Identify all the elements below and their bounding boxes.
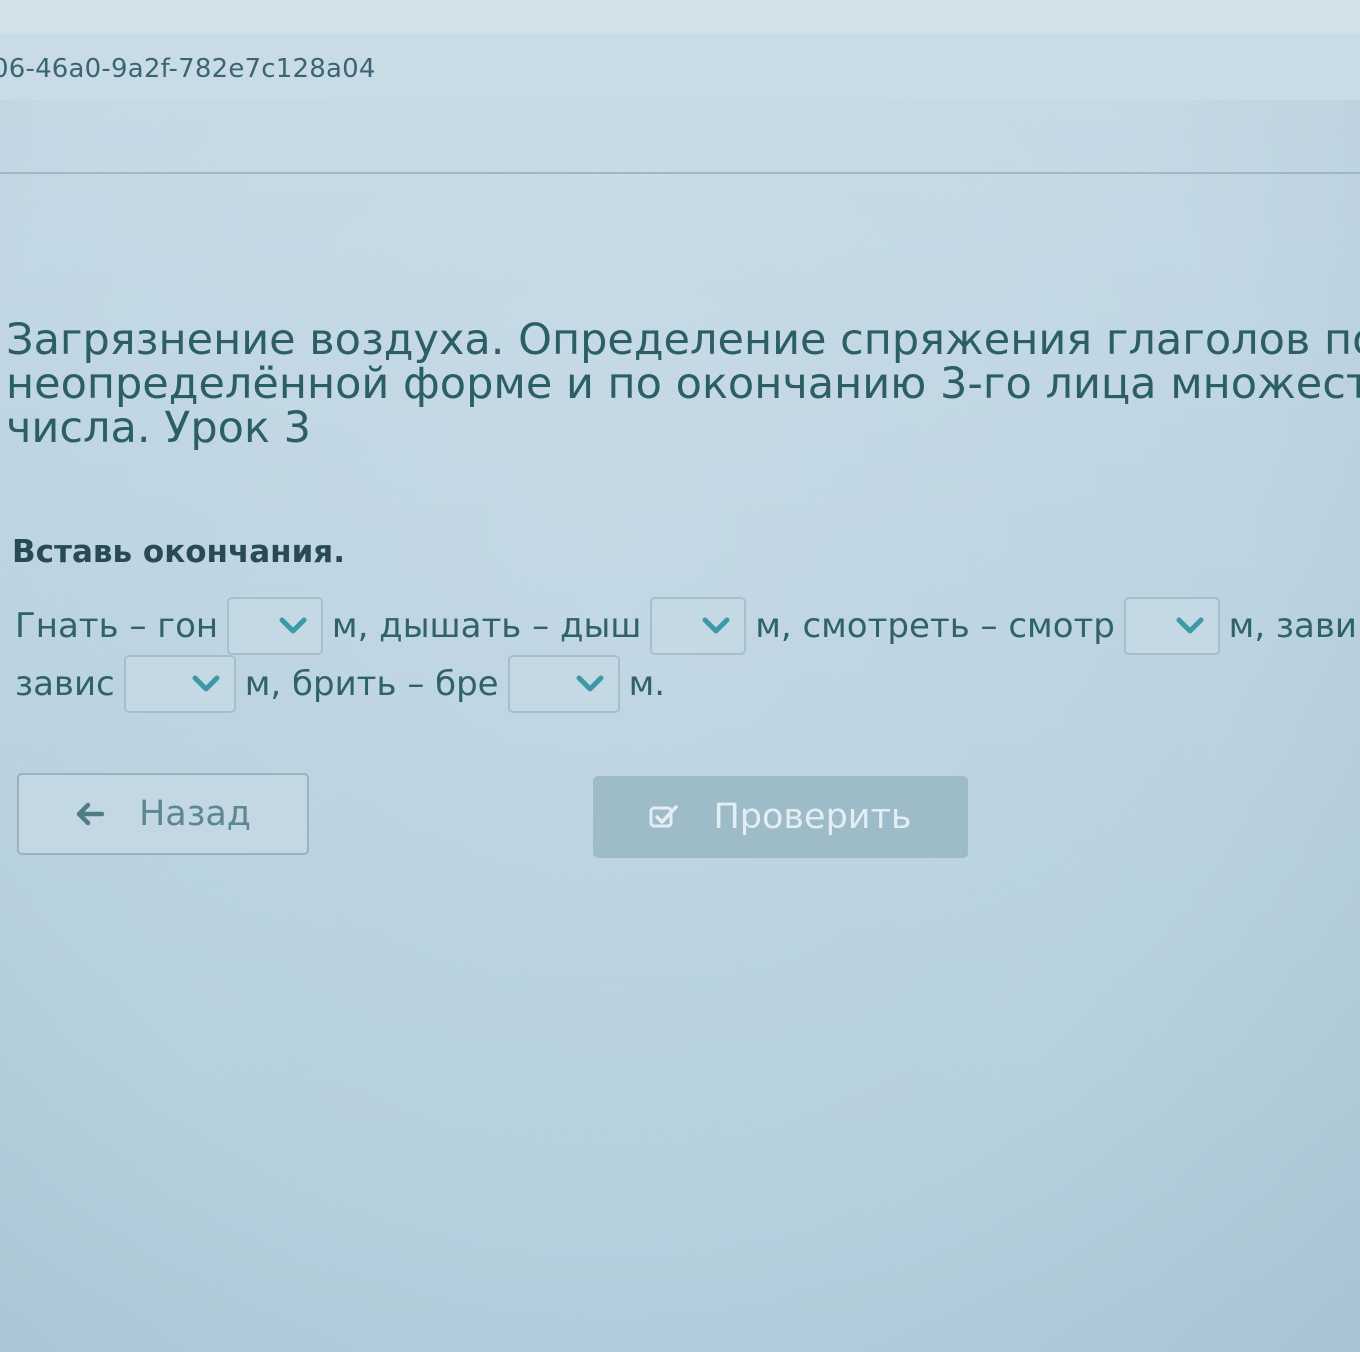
exercise-text: м, брить – бре	[244, 664, 499, 704]
ending-dropdown-4[interactable]	[123, 655, 236, 713]
exercise-text: м, смотреть – смотр	[755, 606, 1115, 646]
exercise-text: Гнать – гон	[15, 606, 219, 646]
ending-dropdown-5[interactable]	[507, 655, 620, 713]
exercise-text: м, дышать – дыш	[331, 606, 642, 646]
ending-dropdown-3[interactable]	[1123, 597, 1220, 655]
browser-top-strip	[0, 0, 1360, 34]
exercise-text: завис	[15, 664, 115, 704]
chevron-down-icon	[576, 675, 604, 692]
ending-dropdown-1[interactable]	[227, 597, 323, 655]
check-button-label: Проверить	[713, 797, 912, 837]
lesson-title-line: неопределённой форме и по окончанию 3-го…	[6, 359, 1360, 409]
task-heading: Вставь окончания.	[12, 534, 345, 570]
lesson-title-line: Загрязнение воздуха. Определение спряжен…	[6, 318, 1360, 365]
arrow-left-icon	[76, 802, 105, 826]
exercise-text: м.	[628, 664, 666, 704]
chevron-down-icon	[192, 675, 220, 692]
address-bar[interactable]: 06-46a0-9a2f-782e7c128a04	[0, 34, 1360, 100]
url-text[interactable]: 06-46a0-9a2f-782e7c128a04	[0, 54, 376, 84]
back-button[interactable]: Назад	[17, 773, 309, 855]
lesson-title-line: числа. Урок 3	[6, 403, 311, 450]
exercise-line-1: Гнать – гон м, дышать – дыш м, смотреть …	[12, 596, 1360, 656]
lesson-title: Загрязнение воздуха. Определение спряжен…	[6, 318, 1360, 450]
chevron-down-icon	[1176, 617, 1204, 634]
back-button-label: Назад	[138, 794, 252, 834]
exercise-text: м, зави	[1228, 606, 1357, 646]
chevron-down-icon	[279, 617, 307, 634]
exercise-line-2: завис м, брить – бре м.	[12, 654, 668, 714]
chevron-down-icon	[702, 617, 730, 634]
check-button[interactable]: Проверить	[593, 776, 968, 858]
header-divider	[0, 172, 1360, 174]
checkbox-icon	[649, 805, 679, 828]
ending-dropdown-2[interactable]	[650, 597, 747, 655]
